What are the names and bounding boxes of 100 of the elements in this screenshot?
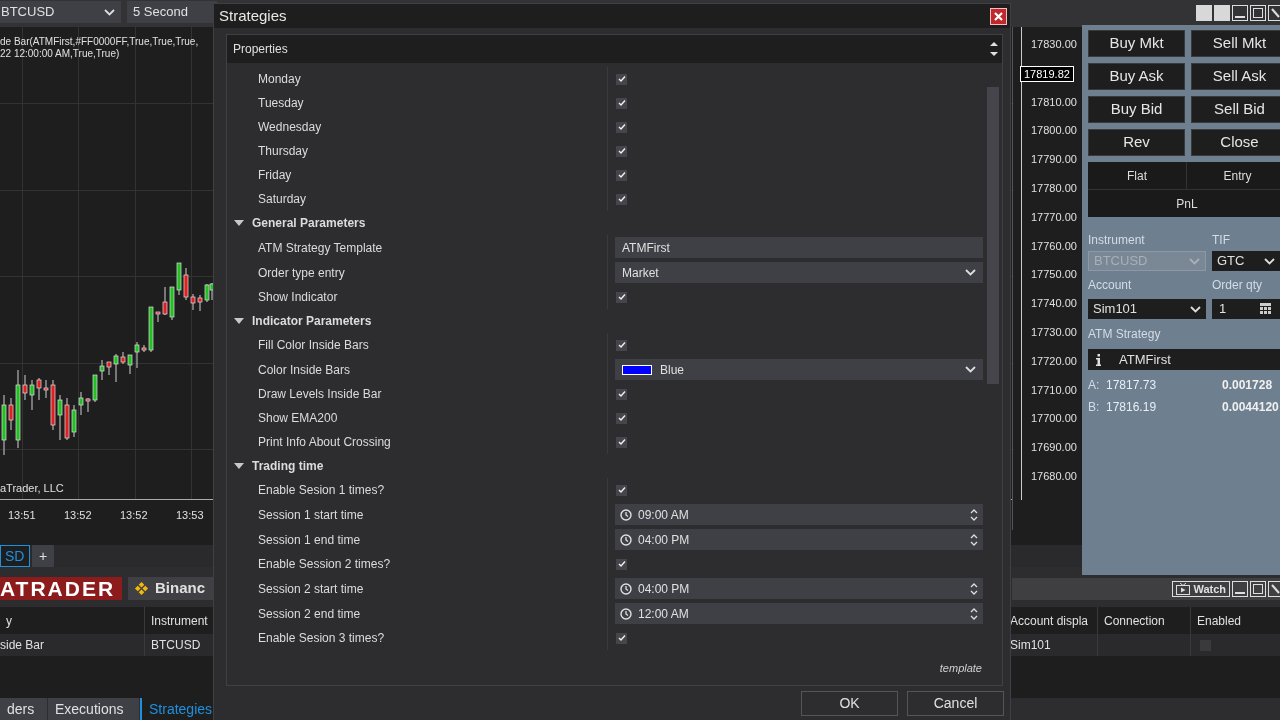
instrument-select[interactable]: BTCUSD <box>0 1 121 23</box>
property-label: Fill Color Inside Bars <box>258 337 369 354</box>
current-price-marker: 17819.82 <box>1020 66 1074 82</box>
property-label: Enable Sesion 1 times? <box>258 482 385 499</box>
pnl-label: PnL <box>1176 195 1198 213</box>
section-header[interactable]: Trading time <box>227 454 987 478</box>
time-field[interactable]: 04:00 PM <box>615 578 983 599</box>
price-label: 17810.00 <box>1031 94 1077 110</box>
price-label: 17760.00 <box>1031 238 1077 254</box>
account-select[interactable]: Sim101 <box>1088 299 1206 319</box>
tif-select[interactable]: GTC <box>1212 251 1280 271</box>
order-button[interactable]: Sell Mkt <box>1191 30 1280 57</box>
property-label: Thursday <box>258 143 309 160</box>
interval-select[interactable]: 5 Second <box>127 1 217 23</box>
time-field[interactable]: 04:00 PM <box>615 529 983 550</box>
property-label: Color Inside Bars <box>258 361 351 379</box>
order-button[interactable]: Buy Ask <box>1088 63 1185 90</box>
bottom-tab[interactable]: ders <box>0 698 48 720</box>
property-label: Tuesday <box>258 95 304 112</box>
quote-price: 17817.73 <box>1106 377 1158 394</box>
property-label: Enable Sesion 3 times? <box>258 630 385 647</box>
quote-side: A: <box>1088 377 1101 394</box>
dropdown-field[interactable]: Market <box>615 262 983 283</box>
order-button[interactable]: Rev <box>1088 129 1185 156</box>
price-label: 17800.00 <box>1031 123 1077 139</box>
order-button[interactable]: Sell Bid <box>1191 96 1280 123</box>
price-label: 17720.00 <box>1031 353 1077 369</box>
property-label: Saturday <box>258 191 307 208</box>
indicator-label: de Bar(ATMFirst,#FF0000FF,True,True,True, <box>0 36 199 48</box>
property-label: ATM Strategy Template <box>258 239 383 257</box>
chart-tab[interactable]: SD <box>0 545 30 567</box>
section-title: Trading time <box>252 458 324 475</box>
field-label: TIF <box>1212 232 1231 249</box>
dialog-button[interactable]: OK <box>801 691 898 716</box>
text-field[interactable]: ATMFirst <box>615 237 983 258</box>
time-label: 13:53 <box>176 507 205 523</box>
order-button[interactable]: Sell Ask <box>1191 63 1280 90</box>
price-label: 17730.00 <box>1031 324 1077 340</box>
copyright-text: aTrader, LLC <box>0 481 64 496</box>
price-label: 17790.00 <box>1031 152 1077 168</box>
property-label: Friday <box>258 167 292 184</box>
time-label: 13:51 <box>8 507 37 523</box>
time-value: 09:00 AM <box>638 506 689 524</box>
quote-size: 0.0044120 <box>1222 399 1279 416</box>
price-label: 17690.00 <box>1031 440 1077 456</box>
property-label: Session 1 start time <box>258 506 364 524</box>
price-label: 17750.00 <box>1031 267 1077 283</box>
select-value: ATMFirst <box>1119 350 1171 369</box>
brand-logo: ATRADER <box>0 577 122 600</box>
property-label: Print Info About Crossing <box>258 434 391 451</box>
time-value: 12:00 AM <box>638 605 689 623</box>
properties-title: Properties <box>233 41 288 58</box>
select-value: Sim101 <box>1093 300 1138 319</box>
price-label: 17710.00 <box>1031 382 1077 398</box>
watch-button[interactable]: Watch <box>1172 581 1230 597</box>
price-label: 17680.00 <box>1031 468 1077 484</box>
field-label: Instrument <box>1088 232 1146 249</box>
color-name: Blue <box>660 361 685 379</box>
section-title: General Parameters <box>252 215 366 232</box>
bottom-tab[interactable]: Executions <box>48 698 140 720</box>
time-field[interactable]: 09:00 AM <box>615 504 983 525</box>
price-label: 17700.00 <box>1031 411 1077 427</box>
order-button[interactable]: Buy Mkt <box>1088 30 1185 57</box>
template-link[interactable]: template <box>939 660 982 677</box>
section-header[interactable]: General Parameters <box>227 211 987 235</box>
order-button[interactable]: Close <box>1191 129 1280 156</box>
quantity-value: 1 <box>1219 300 1227 319</box>
dropdown-value: Market <box>622 264 659 282</box>
time-field[interactable]: 12:00 AM <box>615 603 983 624</box>
color-dropdown[interactable]: Blue <box>615 359 983 380</box>
atm-strategy-select[interactable]: ATMFirst <box>1088 349 1280 370</box>
property-label: Session 1 end time <box>258 531 361 549</box>
price-label: 17780.00 <box>1031 181 1077 196</box>
quote-size: 0.001728 <box>1222 377 1273 394</box>
section-header[interactable]: Indicator Parameters <box>227 309 987 333</box>
time-label: 13:52 <box>64 507 93 523</box>
dialog-button[interactable]: Cancel <box>907 691 1004 716</box>
section-title: Indicator Parameters <box>252 313 372 330</box>
property-label: Session 2 end time <box>258 605 361 623</box>
order-button[interactable]: Buy Bid <box>1088 96 1185 123</box>
property-label: Order type entry <box>258 264 345 282</box>
indicator-label: 22 12:00:00 AM,True,True) <box>0 48 121 60</box>
property-label: Session 2 start time <box>258 580 364 598</box>
field-label: Order qty <box>1212 277 1263 294</box>
dialog-title: Strategies <box>219 5 287 26</box>
quote-price: 17816.19 <box>1106 399 1158 416</box>
time-value: 04:00 PM <box>638 531 690 549</box>
time-value: 04:00 PM <box>638 580 690 598</box>
select-value: BTCUSD <box>1 3 55 22</box>
property-label: Monday <box>258 71 301 88</box>
chart-tab[interactable]: + <box>32 545 54 567</box>
price-label: 17770.00 <box>1031 209 1077 225</box>
price-label: 17740.00 <box>1031 296 1077 312</box>
price-label: 17830.00 <box>1031 37 1077 52</box>
property-label: Show Indicator <box>258 289 338 306</box>
property-label: Wednesday <box>258 119 322 136</box>
time-label: 13:52 <box>120 507 149 523</box>
entry-label: Entry <box>1222 167 1253 185</box>
quantity-field[interactable]: 1 <box>1212 299 1280 319</box>
flat-status: Flat <box>1088 162 1187 189</box>
